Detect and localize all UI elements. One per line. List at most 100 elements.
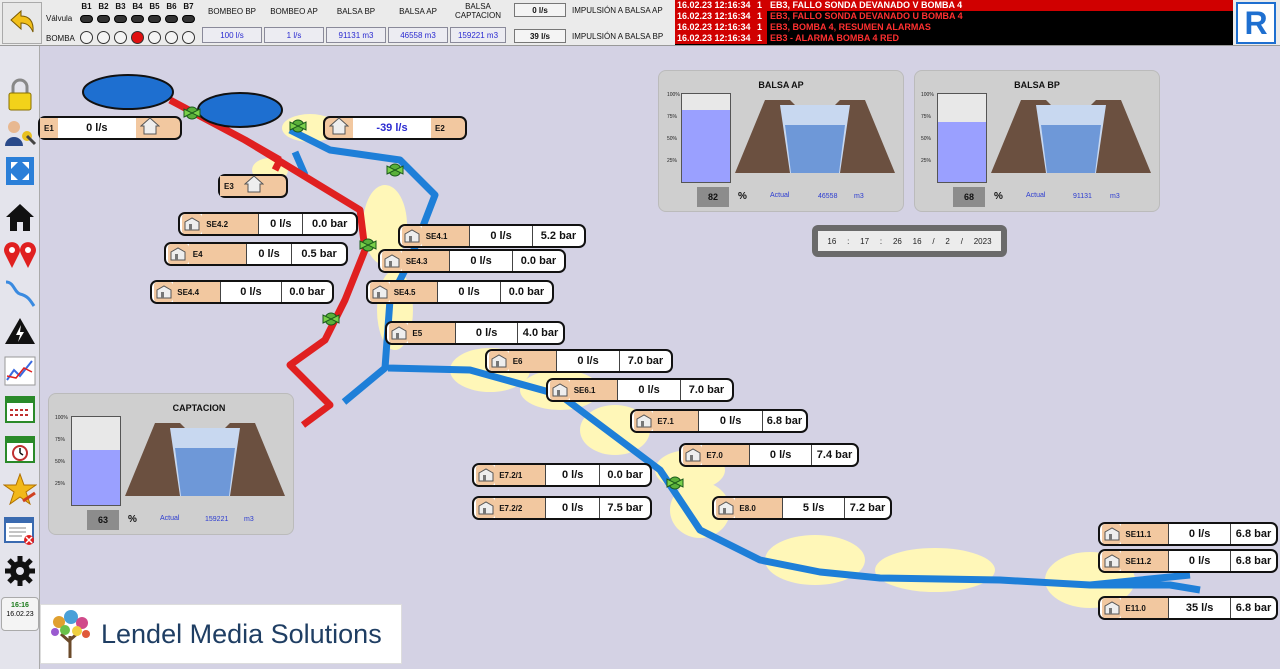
schedule-button[interactable] (1, 430, 39, 468)
alarm-row[interactable]: 16.02.23 12:16:34 1 EB3, FALLO SONDA DEV… (675, 11, 1233, 22)
route-button[interactable] (1, 274, 39, 312)
station-pressure: 7.5 bar (599, 498, 650, 518)
level-gauge (681, 93, 731, 183)
station-box[interactable]: SE4.5 0 l/s 0.0 bar (366, 280, 554, 304)
valve-row-label: Válvula (46, 14, 73, 23)
station-icon (683, 445, 703, 465)
fullscreen-button[interactable] (1, 152, 39, 190)
valve-icon[interactable] (182, 15, 195, 23)
valve-icon[interactable] (97, 15, 110, 23)
valve-icon[interactable] (386, 163, 404, 177)
pump-label: B3 (115, 2, 126, 11)
date-sep: / (932, 236, 935, 246)
station-box[interactable]: SE11.2 0 l/s 6.8 bar (1098, 549, 1278, 573)
valve-icon[interactable] (165, 15, 178, 23)
tank-e3[interactable]: E3 (218, 174, 288, 198)
alarm-list[interactable]: 16.02.23 12:16:34 1 EB3, FALLO SONDA DEV… (675, 0, 1233, 45)
pump-icon[interactable] (148, 31, 161, 44)
valve-icon[interactable] (148, 15, 161, 23)
station-flow: 5 l/s (782, 498, 844, 518)
calendar-button[interactable] (1, 390, 39, 428)
reservoir-bp-shape[interactable] (197, 92, 283, 128)
electrical-button[interactable] (1, 312, 39, 350)
time-sep: : (847, 236, 850, 246)
col-value: 1 l/s (264, 27, 324, 43)
alarm-num: 1 (757, 0, 767, 11)
tank-e1[interactable]: E1 0 l/s (38, 116, 182, 140)
station-box[interactable]: E11.0 35 l/s 6.8 bar (1098, 596, 1278, 620)
valve-icon[interactable] (80, 15, 93, 23)
level-percent: 82 (697, 187, 729, 207)
reservoir-ap-shape[interactable] (82, 74, 174, 110)
station-box[interactable]: E7.2/2 0 l/s 7.5 bar (472, 496, 652, 520)
station-label: SE4.4 (173, 282, 220, 302)
tank-e2[interactable]: -39 l/s E2 (323, 116, 467, 140)
alarm-row[interactable]: 16.02.23 12:16:34 1 EB3, FALLO SONDA DEV… (675, 0, 1233, 11)
map-markers-button[interactable] (1, 236, 39, 274)
gauge-tick: 25% (921, 158, 932, 164)
station-box[interactable]: SE4.4 0 l/s 0.0 bar (150, 280, 334, 304)
station-pressure: 4.0 bar (517, 323, 563, 343)
station-box[interactable]: E5 0 l/s 4.0 bar (385, 321, 565, 345)
alarm-row[interactable]: 16.02.23 12:16:34 1 EB3 - ALARMA BOMBA 4… (675, 33, 1233, 44)
station-flow: 0 l/s (449, 251, 512, 271)
alarm-row[interactable]: 16.02.23 12:16:34 1 EB3, BOMBA 4, RESUME… (675, 22, 1233, 33)
window-close-icon (4, 517, 34, 545)
station-label: SE4.1 (421, 226, 470, 246)
home-icon (6, 204, 34, 231)
station-label: SE4.5 (389, 282, 438, 302)
station-icon (1102, 551, 1122, 571)
gauge-fill (682, 109, 730, 182)
r-button[interactable]: R (1236, 2, 1276, 44)
station-label: E7.2/2 (495, 498, 546, 518)
pump-icon[interactable] (165, 31, 178, 44)
favorites-button[interactable] (1, 470, 39, 508)
col-header: BALSA CAPTACION (454, 2, 502, 20)
logo-text: Lendel Media Solutions (101, 618, 382, 649)
gauge-tick: 25% (667, 158, 678, 164)
trends-button[interactable] (1, 352, 39, 390)
users-button[interactable] (1, 114, 39, 152)
station-box[interactable]: E7.0 0 l/s 7.4 bar (679, 443, 859, 467)
back-button[interactable] (2, 2, 42, 44)
alarm-message: EB3, FALLO SONDA DEVANADO U BOMBA 4 (767, 11, 1233, 22)
station-box[interactable]: SE4.2 0 l/s 0.0 bar (178, 212, 358, 236)
lock-button[interactable] (1, 76, 39, 114)
time-minutes: 17 (860, 236, 870, 246)
actual-unit: m3 (244, 516, 254, 523)
station-pressure: 6.8 bar (761, 411, 806, 431)
valve-icon[interactable] (114, 15, 127, 23)
station-box[interactable]: SE6.1 0 l/s 7.0 bar (546, 378, 734, 402)
station-icon (716, 498, 736, 518)
pump-icon[interactable] (97, 31, 110, 44)
gauge-fill (938, 122, 986, 182)
pump-icon[interactable] (131, 31, 144, 44)
valve-icon[interactable] (131, 15, 144, 23)
station-box[interactable]: SE11.1 0 l/s 6.8 bar (1098, 522, 1278, 546)
tree-logo-icon (51, 610, 90, 658)
alarm-time: 16.02.23 12:16:34 (675, 22, 757, 33)
valve-row (80, 15, 195, 23)
station-box[interactable]: E4 0 l/s 0.5 bar (164, 242, 348, 266)
station-icon (1102, 598, 1122, 618)
home-button[interactable] (1, 198, 39, 236)
station-box[interactable]: SE4.3 0 l/s 0.0 bar (378, 249, 566, 273)
pump-icon[interactable] (182, 31, 195, 44)
station-box[interactable]: E7.1 0 l/s 6.8 bar (630, 409, 808, 433)
station-box[interactable]: E6 0 l/s 7.0 bar (485, 349, 673, 373)
pump-icon[interactable] (114, 31, 127, 44)
pump-icon[interactable] (80, 31, 93, 44)
station-box[interactable]: E7.2/1 0 l/s 0.0 bar (472, 463, 652, 487)
station-box[interactable]: SE4.1 0 l/s 5.2 bar (398, 224, 586, 248)
gauge-tick: 100% (921, 92, 934, 98)
pump-label: B4 (132, 2, 143, 11)
reservoir-ap-image (735, 100, 895, 173)
settings-button[interactable] (1, 552, 39, 590)
panel-title: CAPTACION (172, 403, 226, 413)
actual-label: Actual (770, 192, 790, 199)
station-pressure: 7.4 bar (811, 445, 857, 465)
station-box[interactable]: E8.0 5 l/s 7.2 bar (712, 496, 892, 520)
col-value: 91131 m3 (326, 27, 386, 43)
close-window-button[interactable] (1, 512, 39, 550)
tank-icon (328, 116, 350, 140)
